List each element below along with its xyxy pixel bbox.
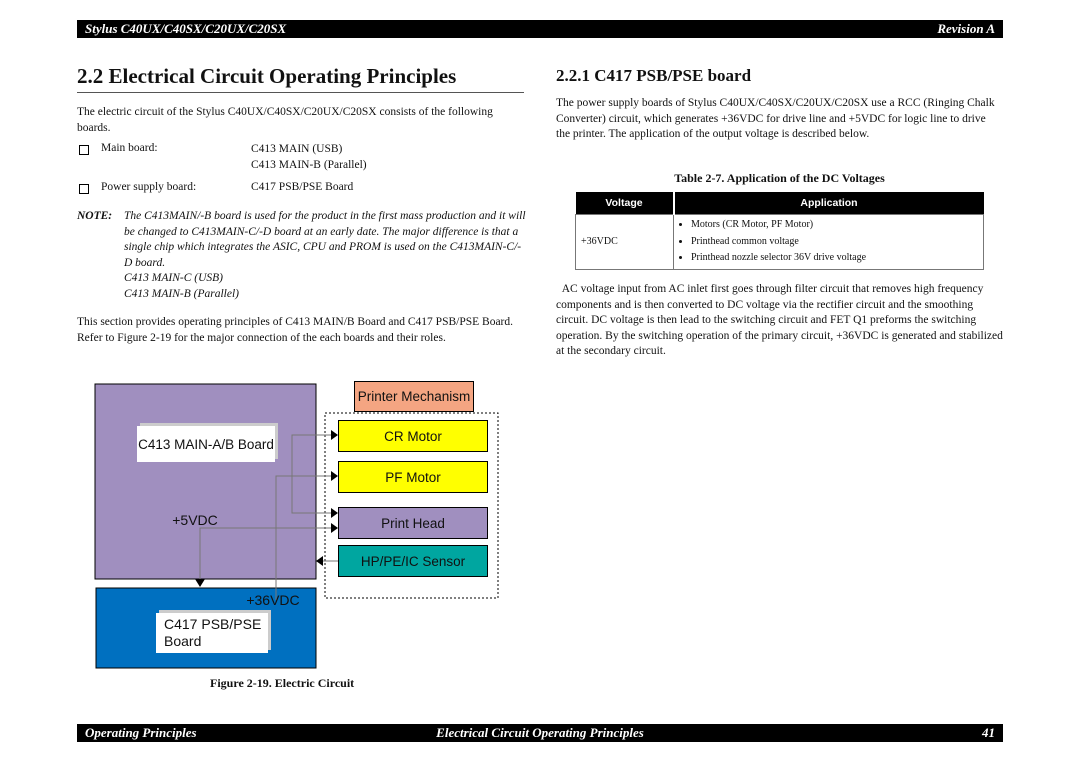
psb-intro-paragraph: The power supply boards of Stylus C40UX/… <box>556 97 995 140</box>
main-board-label: C413 MAIN-A/B Board <box>137 426 275 462</box>
printer-mechanism-box: Printer Mechanism <box>354 381 474 412</box>
sensor-box: HP/PE/IC Sensor <box>338 545 488 577</box>
arrow-right-icon <box>331 471 338 481</box>
arrow-right-icon <box>331 508 338 518</box>
voltage-cell: +36VDC <box>575 214 674 270</box>
v5-label: +5VDC <box>172 512 218 528</box>
arrow-left-icon <box>316 556 323 566</box>
application-item: Printhead common voltage <box>691 234 978 251</box>
arrow-right-icon <box>331 523 338 533</box>
figure-caption: Figure 2-19. Electric Circuit <box>210 676 355 690</box>
dc-voltage-table: Voltage Application +36VDC Motors (CR Mo… <box>575 192 984 270</box>
table-row: +36VDC Motors (CR Motor, PF Motor) Print… <box>575 214 984 270</box>
subsection-title: 2.2.1 C417 PSB/PSE board <box>556 66 752 85</box>
application-item: Motors (CR Motor, PF Motor) <box>691 217 978 234</box>
ac-paragraph: AC voltage input from AC inlet first goe… <box>556 283 1006 357</box>
page-number: 41 <box>981 725 995 740</box>
arrow-right-icon <box>331 430 338 440</box>
application-cell: Motors (CR Motor, PF Motor) Printhead co… <box>673 214 984 270</box>
footer-section: Electrical Circuit Operating Principles <box>436 725 644 740</box>
print-head-box: Print Head <box>338 507 488 539</box>
column-header-voltage: Voltage <box>575 192 674 215</box>
cr-motor-box: CR Motor <box>338 420 488 452</box>
psb-label-line: Board <box>164 633 202 649</box>
footer-chapter: Operating Principles <box>85 725 197 740</box>
main-board-block <box>94 383 317 580</box>
arrow-down-icon <box>195 579 205 587</box>
pf-motor-box: PF Motor <box>338 461 488 493</box>
column-header-application: Application <box>672 192 984 215</box>
table-caption: Table 2-7. Application of the DC Voltage… <box>674 171 885 185</box>
psb-board-label: C417 PSB/PSE Board <box>156 613 268 653</box>
page-footer: Operating Principles Electrical Circuit … <box>77 724 1003 742</box>
v36-label: +36VDC <box>246 592 300 608</box>
application-item: Printhead nozzle selector 36V drive volt… <box>691 250 978 267</box>
psb-label-line: C417 PSB/PSE <box>164 616 262 632</box>
